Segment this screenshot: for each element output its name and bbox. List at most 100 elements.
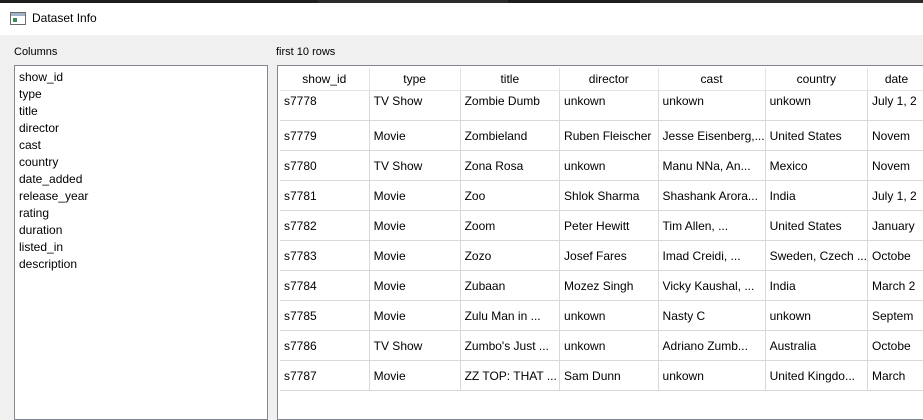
table-cell[interactable]: Australia [765, 330, 868, 361]
table-cell[interactable]: Shlok Sharma [559, 180, 659, 211]
table-cell[interactable]: Octobe [867, 330, 923, 361]
column-list-item[interactable]: date_added [19, 171, 263, 188]
table-cell[interactable]: Mozez Singh [559, 270, 659, 301]
table-cell[interactable]: Sam Dunn [559, 360, 659, 391]
table-cell[interactable]: TV Show [369, 90, 461, 121]
column-header[interactable]: country [765, 68, 868, 91]
column-header[interactable]: show_id [280, 68, 370, 91]
column-list-item[interactable]: description [19, 256, 263, 273]
table-cell[interactable]: unkown [559, 150, 659, 181]
column-header[interactable]: director [559, 68, 659, 91]
table-cell[interactable]: July 1, 2 [867, 180, 923, 211]
table-cell[interactable]: s7786 [280, 330, 370, 361]
table-row[interactable]: s7785 Movie Zulu Man in ... unkown Nasty Cun… [280, 300, 923, 331]
table-row[interactable]: s7786 TV Show Zumbo's Just ... unkown Adrian… [280, 330, 923, 361]
table-cell[interactable]: s7783 [280, 240, 370, 271]
table-cell[interactable]: Movie [369, 240, 461, 271]
table-cell[interactable]: January [867, 210, 923, 241]
table-cell[interactable]: Movie [369, 270, 461, 301]
column-header[interactable]: type [369, 68, 461, 91]
table-cell[interactable]: s7782 [280, 210, 370, 241]
table-cell[interactable]: Zoom [460, 210, 561, 241]
table-cell[interactable]: s7784 [280, 270, 370, 301]
column-list-item[interactable]: type [19, 86, 263, 103]
table-cell[interactable]: ZZ TOP: THAT ... [460, 360, 561, 391]
column-list-item[interactable]: release_year [19, 188, 263, 205]
table-cell[interactable]: Manu NNa, An... [658, 150, 766, 181]
table-cell[interactable]: Movie [369, 300, 461, 331]
table-cell[interactable]: unkown [765, 90, 868, 121]
table-cell[interactable]: Zumbo's Just ... [460, 330, 561, 361]
table-cell[interactable]: Movie [369, 180, 461, 211]
table-cell[interactable]: India [765, 270, 868, 301]
table-cell[interactable]: Septem [867, 300, 923, 331]
table-cell[interactable]: Tim Allen, ... [658, 210, 766, 241]
column-header[interactable]: cast [658, 68, 766, 91]
column-list-item[interactable]: director [19, 120, 263, 137]
table-cell[interactable]: Sweden, Czech ... [765, 240, 868, 271]
table-cell[interactable]: Zombieland [460, 120, 561, 151]
table-cell[interactable]: Josef Fares [559, 240, 659, 271]
table-row[interactable]: s7779 Movie Zombieland Ruben Fleischer Jesse… [280, 120, 923, 151]
table-cell[interactable]: Zozo [460, 240, 561, 271]
table-row[interactable]: s7784 Movie Zubaan Mozez Singh Vicky Kaushal… [280, 270, 923, 301]
table-row[interactable]: s7787 Movie ZZ TOP: THAT ... Sam Dunn unkown… [280, 360, 923, 391]
table-cell[interactable]: s7778 [280, 90, 370, 121]
table-cell[interactable]: Zoo [460, 180, 561, 211]
table-cell[interactable]: s7787 [280, 360, 370, 391]
table-cell[interactable]: Nasty C [658, 300, 766, 331]
title-bar[interactable]: Dataset Info [0, 3, 923, 35]
column-list-item[interactable]: rating [19, 205, 263, 222]
table-cell[interactable]: March 2 [867, 270, 923, 301]
table-cell[interactable]: United Kingdo... [765, 360, 868, 391]
table-cell[interactable]: unkown [658, 90, 766, 121]
column-list-item[interactable]: title [19, 103, 263, 120]
table-cell[interactable]: Zona Rosa [460, 150, 561, 181]
column-list-item[interactable]: cast [19, 137, 263, 154]
table-cell[interactable]: Jesse Eisenberg,... [658, 120, 766, 151]
table-cell[interactable]: Movie [369, 210, 461, 241]
table-cell[interactable]: United States [765, 210, 868, 241]
table-cell[interactable]: unkown [658, 360, 766, 391]
table-cell[interactable]: July 1, 2 [867, 90, 923, 121]
table-row[interactable]: s7781 Movie Zoo Shlok Sharma Shashank Arora.… [280, 180, 923, 211]
column-header[interactable]: title [460, 68, 561, 91]
table-cell[interactable]: Movie [369, 360, 461, 391]
table-cell[interactable]: unkown [559, 90, 659, 121]
table-cell[interactable]: Novem [867, 120, 923, 151]
table-cell[interactable]: s7785 [280, 300, 370, 331]
table-cell[interactable]: Octobe [867, 240, 923, 271]
table-cell[interactable]: Zubaan [460, 270, 561, 301]
table-cell[interactable]: India [765, 180, 868, 211]
table-cell[interactable]: March [867, 360, 923, 391]
table-cell[interactable]: Shashank Arora... [658, 180, 766, 211]
table-cell[interactable]: Peter Hewitt [559, 210, 659, 241]
table-cell[interactable]: s7780 [280, 150, 370, 181]
table-cell[interactable]: s7781 [280, 180, 370, 211]
column-list-item[interactable]: listed_in [19, 239, 263, 256]
column-header[interactable]: date [867, 68, 923, 91]
columns-list[interactable]: show_id type title director cast country date_… [14, 65, 268, 420]
table-cell[interactable]: Zombie Dumb [460, 90, 561, 121]
table-cell[interactable]: unkown [765, 300, 868, 331]
table-cell[interactable]: Ruben Fleischer [559, 120, 659, 151]
table-cell[interactable]: unkown [559, 330, 659, 361]
table-cell[interactable]: Movie [369, 120, 461, 151]
column-list-item[interactable]: duration [19, 222, 263, 239]
table-row[interactable]: s7780 TV Show Zona Rosa unkown Manu NNa, An.… [280, 150, 923, 181]
table-cell[interactable]: Zulu Man in ... [460, 300, 561, 331]
table-cell[interactable]: s7779 [280, 120, 370, 151]
rows-table-frame[interactable]: show_id type title director cast country date … [277, 65, 923, 420]
table-row[interactable]: s7782 Movie Zoom Peter Hewitt Tim Allen, ...… [280, 210, 923, 241]
column-list-item[interactable]: show_id [19, 69, 263, 86]
table-cell[interactable]: Novem [867, 150, 923, 181]
table-cell[interactable]: Imad Creidi, ... [658, 240, 766, 271]
table-cell[interactable]: United States [765, 120, 868, 151]
table-cell[interactable]: TV Show [369, 150, 461, 181]
table-cell[interactable]: TV Show [369, 330, 461, 361]
table-row[interactable]: s7783 Movie Zozo Josef Fares Imad Creidi, ..… [280, 240, 923, 271]
table-cell[interactable]: unkown [559, 300, 659, 331]
table-cell[interactable]: Vicky Kaushal, ... [658, 270, 766, 301]
table-cell[interactable]: Mexico [765, 150, 868, 181]
table-cell[interactable]: Adriano Zumb... [658, 330, 766, 361]
